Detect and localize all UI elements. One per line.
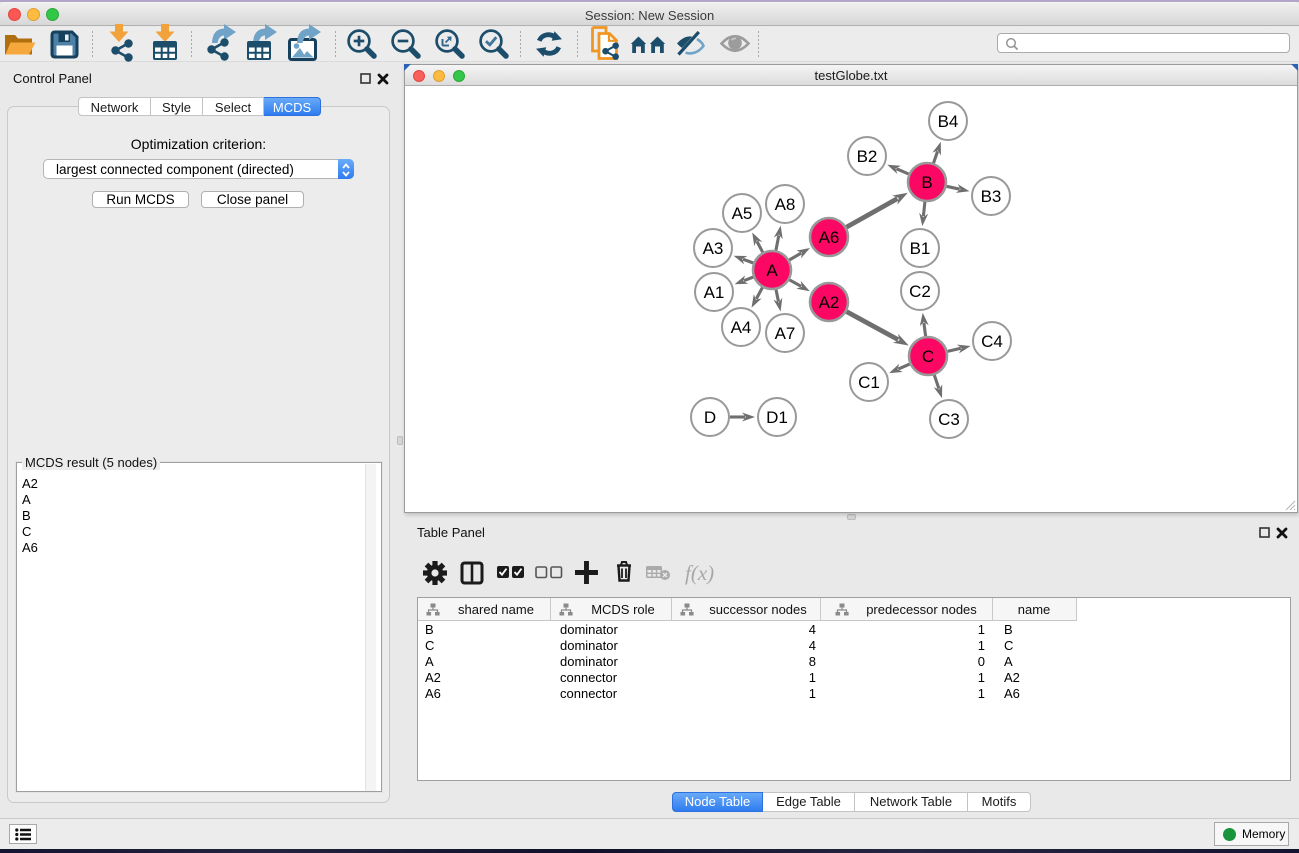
svg-text:B3: B3: [981, 187, 1002, 206]
svg-text:C1: C1: [858, 373, 880, 392]
svg-text:C: C: [922, 347, 934, 366]
svg-text:A3: A3: [703, 239, 724, 258]
svg-text:C3: C3: [938, 410, 960, 429]
svg-text:C4: C4: [981, 332, 1003, 351]
svg-text:A5: A5: [732, 204, 753, 223]
svg-text:D1: D1: [766, 408, 788, 427]
svg-text:A2: A2: [819, 293, 840, 312]
svg-text:B1: B1: [910, 239, 931, 258]
svg-text:A: A: [766, 261, 778, 280]
svg-text:A6: A6: [819, 228, 840, 247]
svg-text:A8: A8: [775, 195, 796, 214]
svg-text:C2: C2: [909, 282, 931, 301]
svg-text:A1: A1: [704, 283, 725, 302]
svg-text:B2: B2: [857, 147, 878, 166]
svg-text:B: B: [921, 173, 932, 192]
svg-text:A7: A7: [775, 324, 796, 343]
svg-text:A4: A4: [731, 318, 752, 337]
svg-text:B4: B4: [938, 112, 959, 131]
svg-text:D: D: [704, 408, 716, 427]
